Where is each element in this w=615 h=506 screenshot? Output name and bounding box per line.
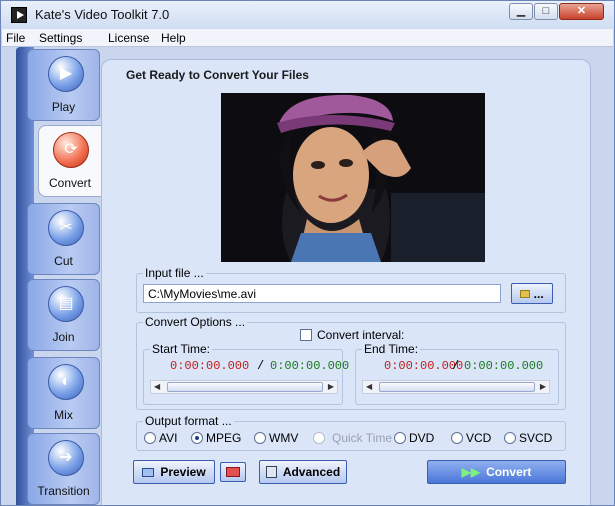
- advanced-button[interactable]: Advanced: [259, 460, 347, 484]
- sidebar-item-join[interactable]: ▤ Join: [27, 279, 100, 351]
- sidebar-item-mix[interactable]: ◐ Mix: [27, 357, 100, 429]
- convert-interval-checkbox[interactable]: [300, 329, 312, 341]
- folder-icon: [520, 290, 531, 298]
- format-quicktime-label: Quick Time: [332, 431, 393, 445]
- start-time-separator: /: [257, 359, 265, 373]
- format-avi-radio[interactable]: [144, 432, 156, 444]
- maximize-icon: □: [542, 5, 550, 17]
- mix-icon: ◐: [48, 364, 84, 400]
- video-preview: [221, 93, 485, 262]
- close-icon: ✕: [576, 5, 587, 17]
- minimize-button[interactable]: ▁: [509, 3, 533, 20]
- input-file-label: Input file ...: [143, 266, 206, 280]
- monitor-icon: [142, 468, 155, 477]
- advanced-button-label: Advanced: [282, 465, 341, 479]
- end-time-group: End Time: 0:00:00.000 / 0:00:00.000 ◀ ▶: [355, 342, 559, 405]
- scroll-right-icon[interactable]: ▶: [540, 381, 546, 393]
- window-title: Kate's Video Toolkit 7.0: [35, 7, 170, 22]
- sidebar-item-label: Play: [51, 100, 76, 114]
- format-dvd-radio[interactable]: [394, 432, 406, 444]
- start-time-label: Start Time:: [150, 342, 213, 356]
- format-mpeg-radio[interactable]: [191, 432, 203, 444]
- convert-icon: ⟳: [53, 132, 89, 168]
- start-time-total: 0:00:00.000: [270, 359, 350, 373]
- preview-button[interactable]: Preview: [133, 460, 215, 484]
- format-mpeg-label: MPEG: [206, 431, 242, 445]
- convert-options-label: Convert Options ...: [143, 315, 248, 329]
- end-time-separator: /: [452, 359, 460, 373]
- sidebar-item-label: Transition: [37, 484, 90, 498]
- convert-interval-label: Convert interval:: [317, 328, 405, 342]
- settings-icon: [265, 466, 277, 478]
- sidebar-item-cut[interactable]: ✂ Cut: [27, 203, 100, 275]
- format-wmv-label: WMV: [269, 431, 299, 445]
- sidebar-item-transition[interactable]: ➜ Transition: [27, 433, 100, 505]
- format-wmv-radio[interactable]: [254, 432, 266, 444]
- scroll-left-icon[interactable]: ◀: [154, 381, 160, 393]
- minimize-icon: ▁: [516, 5, 526, 17]
- convert-button-label: Convert: [486, 465, 532, 479]
- end-time-total: 0:00:00.000: [464, 359, 544, 373]
- slider-thumb[interactable]: [167, 382, 323, 392]
- scroll-left-icon[interactable]: ◀: [366, 381, 372, 393]
- format-svcd-radio[interactable]: [504, 432, 516, 444]
- filmstrip-icon: [226, 467, 240, 477]
- sidebar-item-convert[interactable]: ⟳ Convert: [38, 125, 101, 197]
- title-bar: Kate's Video Toolkit 7.0 ▁ □ ✕: [1, 1, 614, 29]
- menu-help[interactable]: Help: [161, 31, 186, 45]
- menu-bar: File Settings License Help: [2, 29, 613, 47]
- input-file-field[interactable]: C:\MyMovies\me.avi: [143, 284, 501, 303]
- format-avi-label: AVI: [159, 431, 178, 445]
- convert-panel: Get Ready to Convert Your Files Input fi…: [101, 59, 591, 505]
- play-icon: ▶: [48, 56, 84, 92]
- page-title: Get Ready to Convert Your Files: [126, 68, 309, 82]
- scroll-right-icon[interactable]: ▶: [328, 381, 334, 393]
- join-icon: ▤: [48, 286, 84, 322]
- end-time-label: End Time:: [362, 342, 421, 356]
- maximize-button[interactable]: □: [534, 3, 558, 20]
- sidebar-item-play[interactable]: ▶ Play: [27, 49, 100, 121]
- menu-file[interactable]: File: [6, 31, 25, 45]
- format-vcd-radio[interactable]: [451, 432, 463, 444]
- convert-button[interactable]: ▶▶ Convert: [427, 460, 566, 484]
- filmstrip-button[interactable]: [220, 462, 246, 482]
- slider-thumb[interactable]: [379, 382, 535, 392]
- input-file-group: Input file ... C:\MyMovies\me.avi ...: [136, 266, 566, 313]
- sidebar-item-label: Join: [52, 330, 75, 344]
- end-time-slider[interactable]: ◀ ▶: [362, 380, 550, 394]
- sidebar-item-label: Mix: [54, 408, 73, 422]
- sidebar-item-label: Cut: [54, 254, 73, 268]
- sidebar-item-label: Convert: [48, 176, 92, 190]
- start-time-group: Start Time: 0:00:00.000 / 0:00:00.000 ◀ …: [143, 342, 349, 405]
- browse-button[interactable]: ...: [511, 283, 553, 304]
- scissors-icon: ✂: [48, 210, 84, 246]
- convert-options-group: Convert Options ... Convert interval: St…: [136, 315, 566, 410]
- transition-icon: ➜: [48, 440, 84, 476]
- format-vcd-label: VCD: [466, 431, 492, 445]
- format-quicktime-radio: [313, 432, 325, 444]
- start-time-value: 0:00:00.000: [170, 359, 250, 373]
- menu-license[interactable]: License: [108, 31, 149, 45]
- sidebar: ▶ Play ⟳ Convert ✂ Cut ▤ Join ◐ Mix ➜ Tr…: [16, 47, 101, 505]
- start-time-slider[interactable]: ◀ ▶: [150, 380, 338, 394]
- close-button[interactable]: ✕: [559, 3, 604, 20]
- browse-label: ...: [533, 287, 544, 301]
- menu-settings[interactable]: Settings: [39, 31, 82, 45]
- app-window: Kate's Video Toolkit 7.0 ▁ □ ✕ File Sett…: [0, 0, 615, 506]
- app-icon: [11, 7, 27, 23]
- output-format-label: Output format ...: [143, 414, 234, 428]
- output-format-group: Output format ... AVI MPEG WMV Quick Tim…: [136, 414, 566, 451]
- fast-forward-icon: ▶▶: [461, 465, 481, 479]
- preview-button-label: Preview: [160, 465, 206, 479]
- format-dvd-label: DVD: [409, 431, 435, 445]
- format-svcd-label: SVCD: [519, 431, 553, 445]
